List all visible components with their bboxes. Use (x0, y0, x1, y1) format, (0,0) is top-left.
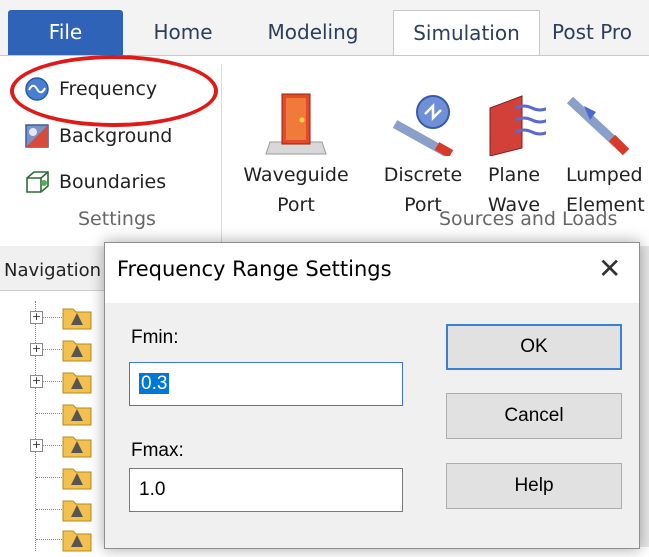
discrete-port-icon (392, 95, 454, 156)
ribbon-tab-bar: File Home Modeling Simulation Post Pro (0, 0, 649, 56)
close-icon[interactable]: ✕ (598, 253, 621, 285)
tab-modeling[interactable]: Modeling (243, 10, 383, 56)
settings-group-label: Settings (78, 208, 156, 230)
dialog-title-bar: Frequency Range Settings ✕ (105, 243, 639, 303)
fmax-label: Fmax: (131, 440, 184, 461)
dialog-title: Frequency Range Settings (117, 257, 392, 281)
expand-icon[interactable]: + (30, 311, 43, 324)
plane-wave-label-1: Plane (487, 164, 541, 186)
folder-icon (62, 372, 92, 394)
highlight-circle (10, 55, 218, 127)
expand-icon[interactable]: + (30, 343, 43, 356)
fmin-value: 0.3 (139, 373, 170, 394)
ok-button[interactable]: OK (446, 324, 622, 370)
ribbon-separator (221, 64, 222, 242)
background-label: Background (59, 125, 173, 147)
lumped-element-button[interactable]: Lumped Element (566, 84, 649, 220)
fmin-input[interactable]: 0.3 (129, 362, 403, 406)
cancel-button[interactable]: Cancel (446, 393, 622, 439)
boundaries-button[interactable]: Boundaries (24, 162, 166, 202)
folder-icon (62, 500, 92, 522)
tab-simulation[interactable]: Simulation (393, 10, 540, 56)
discrete-port-button[interactable]: Discrete Port (376, 84, 470, 220)
waveguide-port-icon (265, 93, 327, 155)
help-button[interactable]: Help (446, 463, 622, 509)
plane-wave-icon (489, 95, 546, 156)
discrete-port-label-1: Discrete (383, 164, 463, 186)
waveguide-port-label-2: Port (277, 194, 315, 216)
tree-guide-line (35, 301, 36, 551)
fmax-value: 1.0 (139, 479, 166, 500)
background-icon (25, 124, 49, 148)
waveguide-port-button[interactable]: Waveguide Port (236, 84, 356, 220)
lumped-element-label-1: Lumped (566, 164, 643, 186)
fmin-label: Fmin: (131, 327, 179, 348)
right-panel-edge (640, 246, 649, 547)
plane-wave-button[interactable]: Plane Wave (474, 84, 554, 220)
folder-icon (62, 404, 92, 426)
folder-icon (62, 468, 92, 490)
folder-icon (62, 436, 92, 458)
tab-file[interactable]: File (8, 10, 123, 56)
folder-icon (62, 530, 92, 552)
boundaries-label: Boundaries (59, 171, 167, 193)
expand-icon[interactable]: + (30, 439, 43, 452)
lumped-element-icon (566, 96, 630, 156)
waveguide-port-label-1: Waveguide (243, 164, 349, 186)
sources-group-label: Sources and Loads (439, 208, 618, 230)
expand-icon[interactable]: + (30, 375, 43, 388)
tab-home[interactable]: Home (133, 10, 233, 56)
boundaries-icon (26, 171, 49, 193)
tab-post-processing[interactable]: Post Pro (552, 10, 649, 56)
fmax-input[interactable]: 1.0 (129, 468, 403, 512)
folder-icon (62, 308, 92, 330)
frequency-range-dialog: Frequency Range Settings ✕ Fmin: 0.3 Fma… (104, 242, 640, 549)
folder-icon (62, 340, 92, 362)
